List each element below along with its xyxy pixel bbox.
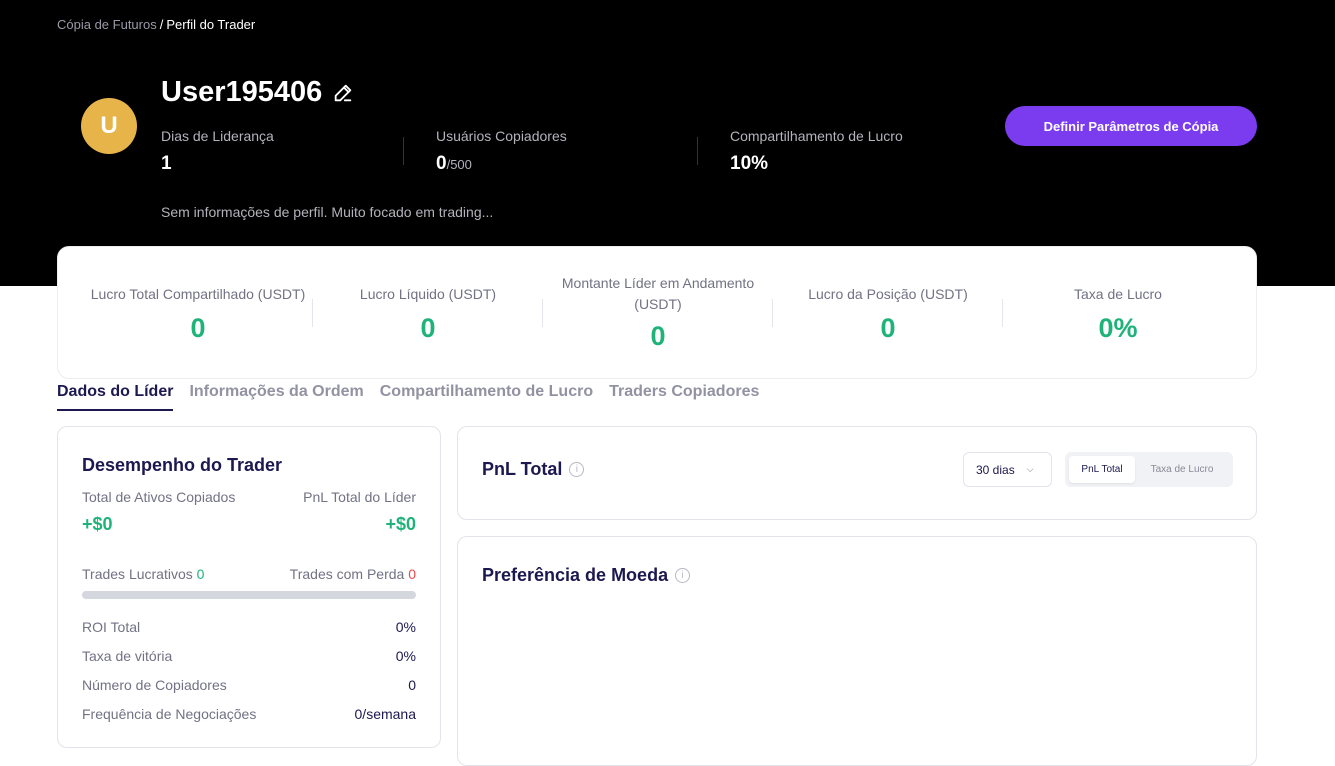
- breadcrumb-parent-link[interactable]: Cópia de Futuros: [57, 17, 157, 32]
- trader-performance-card: Desempenho do Trader Total de Ativos Cop…: [57, 426, 441, 748]
- profile-bio: Sem informações de perfil. Muito focado …: [161, 204, 494, 220]
- stat-row-copiers: Número de Copiadores 0: [82, 677, 416, 693]
- stat-leading-days: Dias de Liderança 1: [161, 128, 274, 175]
- period-select[interactable]: 30 dias ⌵: [963, 452, 1052, 487]
- tab-copy-traders[interactable]: Traders Copiadores: [609, 383, 759, 411]
- stat-row-frequency: Frequência de Negociações 0/semana: [82, 706, 416, 722]
- stat-value: 10%: [730, 153, 769, 174]
- stat-label: Dias de Liderança: [161, 128, 274, 144]
- asset-values: +$0 +$0: [82, 514, 416, 535]
- coin-preference-card: Preferência de Moeda i: [457, 536, 1257, 766]
- tab-profit-sharing[interactable]: Compartilhamento de Lucro: [380, 383, 593, 411]
- stat-value: 1: [161, 153, 172, 174]
- card-title: Desempenho do Trader: [82, 455, 283, 475]
- leader-pnl-value: +$0: [385, 514, 416, 534]
- summary-value: 0: [880, 313, 896, 343]
- summary-label: Lucro Total Compartilhado (USDT): [90, 286, 306, 302]
- copied-assets-value: +$0: [82, 514, 113, 534]
- breadcrumb-current: Perfil do Trader: [166, 17, 256, 32]
- stat-profit-share: Compartilhamento de Lucro 10%: [730, 128, 903, 175]
- summary-label: Taxa de Lucro: [1074, 286, 1162, 302]
- losing-trades: Trades com Perda 0: [289, 566, 416, 582]
- username-text: User195406: [161, 76, 323, 108]
- asset-labels: Total de Ativos Copiados PnL Total do Lí…: [82, 489, 416, 505]
- toggle-pnl-total[interactable]: PnL Total: [1069, 456, 1135, 483]
- card-title: Preferência de Moeda: [482, 565, 669, 585]
- divider: [697, 137, 698, 165]
- stat-value: 0/500: [436, 153, 472, 174]
- summary-card: Lucro Total Compartilhado (USDT) 0 Lucro…: [57, 246, 1257, 379]
- info-icon[interactable]: i: [675, 568, 691, 583]
- chevron-down-icon: ⌵: [1026, 464, 1034, 474]
- summary-profit-rate: Taxa de Lucro 0%: [1003, 247, 1233, 380]
- summary-label: Lucro da Posição (USDT): [808, 286, 968, 302]
- edit-pencil-icon[interactable]: [332, 82, 354, 104]
- card-title: PnL Total: [482, 459, 563, 479]
- summary-label: Montante Líder em Andamento (USDT): [561, 275, 755, 312]
- divider: [403, 137, 404, 165]
- copied-assets-label: Total de Ativos Copiados: [82, 489, 236, 505]
- stat-suffix: /500: [446, 157, 472, 172]
- tab-bar: Dados do Líder Informações da Ordem Comp…: [57, 383, 759, 411]
- stat-label: Compartilhamento de Lucro: [730, 128, 903, 144]
- breadcrumb: Cópia de Futuros / Perfil do Trader: [57, 17, 255, 32]
- summary-value: 0: [650, 321, 666, 351]
- toggle-profit-rate[interactable]: Taxa de Lucro: [1135, 456, 1229, 483]
- summary-value: 0%: [1098, 313, 1138, 343]
- summary-label: Lucro Líquido (USDT): [359, 286, 497, 302]
- tab-leader-data[interactable]: Dados do Líder: [57, 383, 174, 411]
- username: User195406: [161, 76, 354, 109]
- stat-label: Usuários Copiadores: [436, 128, 567, 144]
- pref-title-wrap: Preferência de Moeda i: [482, 565, 691, 586]
- info-icon[interactable]: i: [569, 462, 585, 477]
- pnl-toggle: PnL Total Taxa de Lucro: [1065, 452, 1233, 487]
- pnl-card: PnL Total i 30 dias ⌵ PnL Total Taxa de …: [457, 426, 1257, 520]
- trades-summary: Trades Lucrativos 0 Trades com Perda 0: [82, 566, 416, 582]
- profitable-trades: Trades Lucrativos 0: [82, 566, 205, 582]
- period-value: 30 dias: [976, 462, 1015, 477]
- summary-value: 0: [190, 313, 206, 343]
- stat-row-win-rate: Taxa de vitória 0%: [82, 648, 416, 664]
- pnl-title-wrap: PnL Total i: [482, 459, 585, 480]
- summary-total-shared-profit: Lucro Total Compartilhado (USDT) 0: [83, 247, 313, 380]
- profile-header: Cópia de Futuros / Perfil do Trader U User…: [0, 0, 1335, 286]
- summary-leader-amount: Montante Líder em Andamento (USDT) 0: [543, 247, 773, 380]
- stat-row-roi: ROI Total 0%: [82, 619, 416, 635]
- breadcrumb-separator: /: [159, 17, 164, 32]
- set-copy-parameters-button[interactable]: Definir Parâmetros de Cópia: [1005, 106, 1257, 146]
- avatar: U: [81, 98, 137, 154]
- leader-pnl-label: PnL Total do Líder: [303, 489, 416, 505]
- stat-copiers: Usuários Copiadores 0/500: [436, 128, 567, 175]
- summary-position-profit: Lucro da Posição (USDT) 0: [773, 247, 1003, 380]
- summary-net-profit: Lucro Líquido (USDT) 0: [313, 247, 543, 380]
- summary-value: 0: [420, 313, 436, 343]
- win-loss-bar: [82, 591, 416, 599]
- tab-order-info[interactable]: Informações da Ordem: [189, 383, 363, 411]
